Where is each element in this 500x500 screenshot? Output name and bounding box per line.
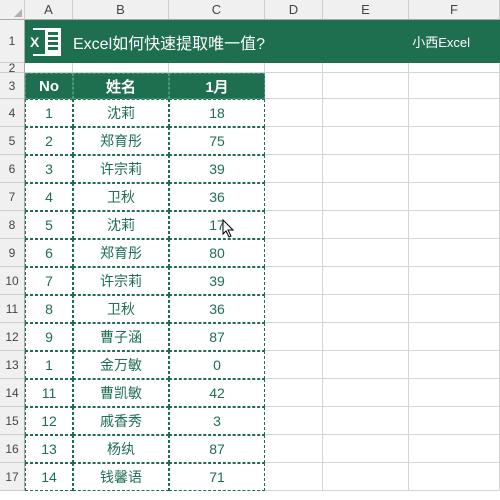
table-cell[interactable]: 12 [25,407,73,435]
row-header-9[interactable]: 9 [0,239,24,267]
row-header-2[interactable]: 2 [0,63,24,73]
table-cell[interactable]: 39 [169,267,265,295]
row-header-11[interactable]: 11 [0,295,24,323]
row-header-16[interactable]: 16 [0,435,24,463]
table-cell[interactable]: 13 [25,435,73,463]
table-cell[interactable]: 2 [25,127,73,155]
table-cell[interactable]: 杨纨 [73,435,169,463]
table-cell[interactable]: 1 [25,99,73,127]
table-cell[interactable]: 17 [169,211,265,239]
table-header[interactable]: 1月 [169,73,265,99]
column-header-B[interactable]: B [73,0,169,19]
select-all-corner[interactable] [0,0,25,20]
table-cell[interactable]: 9 [25,323,73,351]
table-cell[interactable]: 1 [25,351,73,379]
table-cell[interactable]: 0 [169,351,265,379]
row-header-4[interactable]: 4 [0,99,24,127]
table-cell[interactable]: 75 [169,127,265,155]
row-headers: 1234567891011121314151617 [0,20,25,491]
table-cell[interactable]: 11 [25,379,73,407]
table-cell[interactable]: 卫秋 [73,295,169,323]
row-header-7[interactable]: 7 [0,183,24,211]
table-cell[interactable]: 4 [25,183,73,211]
column-header-A[interactable]: A [25,0,73,19]
spreadsheet-grid[interactable]: XExcel如何快速提取唯一值?小西ExcelNo姓名1月1沈莉182郑育彤75… [25,20,500,500]
table-cell[interactable]: 郑育彤 [73,239,169,267]
banner-title: Excel如何快速提取唯一值? [73,30,265,54]
row-header-10[interactable]: 10 [0,267,24,295]
table-cell[interactable]: 钱馨语 [73,463,169,491]
column-header-C[interactable]: C [169,0,265,19]
table-cell[interactable]: 71 [169,463,265,491]
column-headers: ABCDEF [25,0,500,20]
table-header[interactable]: 姓名 [73,73,169,99]
row-header-1[interactable]: 1 [0,20,24,63]
table-cell[interactable]: 18 [169,99,265,127]
banner-author: 小西Excel [412,32,470,51]
table-cell[interactable]: 沈莉 [73,99,169,127]
column-header-E[interactable]: E [323,0,409,19]
table-cell[interactable]: 许宗莉 [73,267,169,295]
row-header-15[interactable]: 15 [0,407,24,435]
table-cell[interactable]: 80 [169,239,265,267]
row-header-17[interactable]: 17 [0,463,24,491]
row-header-5[interactable]: 5 [0,127,24,155]
table-cell[interactable]: 3 [169,407,265,435]
table-cell[interactable]: 36 [169,295,265,323]
excel-icon: X [33,28,61,56]
table-cell[interactable]: 戚香秀 [73,407,169,435]
table-cell[interactable]: 许宗莉 [73,155,169,183]
column-header-D[interactable]: D [265,0,323,19]
table-cell[interactable]: 36 [169,183,265,211]
table-cell[interactable]: 42 [169,379,265,407]
table-cell[interactable]: 14 [25,463,73,491]
row-header-3[interactable]: 3 [0,73,24,99]
table-cell[interactable]: 5 [25,211,73,239]
table-cell[interactable]: 8 [25,295,73,323]
table-cell[interactable]: 87 [169,435,265,463]
table-cell[interactable]: 7 [25,267,73,295]
row-header-6[interactable]: 6 [0,155,24,183]
table-cell[interactable]: 39 [169,155,265,183]
table-cell[interactable]: 曹凯敏 [73,379,169,407]
row-header-8[interactable]: 8 [0,211,24,239]
row-header-13[interactable]: 13 [0,351,24,379]
table-cell[interactable]: 曹子涵 [73,323,169,351]
row-header-12[interactable]: 12 [0,323,24,351]
table-cell[interactable]: 沈莉 [73,211,169,239]
table-cell[interactable]: 3 [25,155,73,183]
row-header-14[interactable]: 14 [0,379,24,407]
table-cell[interactable]: 6 [25,239,73,267]
title-banner: X Excel如何快速提取唯一值? 小西Excel [25,20,500,63]
table-cell[interactable]: 郑育彤 [73,127,169,155]
table-header[interactable]: No [25,73,73,99]
column-header-F[interactable]: F [409,0,500,19]
table-cell[interactable]: 卫秋 [73,183,169,211]
table-cell[interactable]: 87 [169,323,265,351]
table-cell[interactable]: 金万敏 [73,351,169,379]
